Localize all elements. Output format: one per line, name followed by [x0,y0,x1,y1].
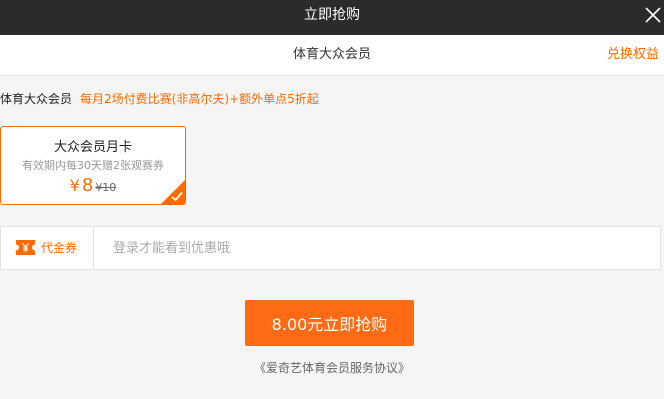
coupon-row: 代金券 [0,226,661,270]
coupon-selector[interactable]: 代金券 [1,227,94,269]
service-agreement-link[interactable]: 《爱奇艺体育会员服务协议》 [0,359,664,376]
membership-info: 体育大众会员 每月2场付费比赛(非高尔夫)+额外单点5折起 [0,88,319,108]
plan-price-line: ¥8 ¥10 [1,175,185,196]
plan-name: 大众会员月卡 [53,140,132,155]
ticket-icon [15,239,36,256]
checkmark-icon [161,180,185,204]
window-title: 立即抢购 [304,7,360,23]
close-icon[interactable] [644,6,662,24]
redeem-rights-link[interactable]: 兑换权益 [607,35,659,75]
sub-header: 体育大众会员 兑换权益 [0,35,664,76]
plan-price: 8 [81,175,94,196]
coupon-input[interactable] [95,227,660,269]
section-title: 体育大众会员 [292,47,371,62]
membership-name: 体育大众会员 [0,92,73,106]
plan-subtitle: 有效期内每30天赠2张观赛券 [22,159,164,172]
plan-original-price: ¥10 [95,181,117,194]
buy-now-button[interactable]: 8.00元立即抢购 [245,300,414,346]
title-bar: 立即抢购 [0,0,664,35]
coupon-label: 代金券 [41,241,78,255]
currency-symbol: ¥ [69,176,80,195]
membership-description: 每月2场付费比赛(非高尔夫)+额外单点5折起 [80,92,319,106]
plan-option-monthly[interactable]: 大众会员月卡 有效期内每30天赠2张观赛券 ¥8 ¥10 [0,126,186,205]
